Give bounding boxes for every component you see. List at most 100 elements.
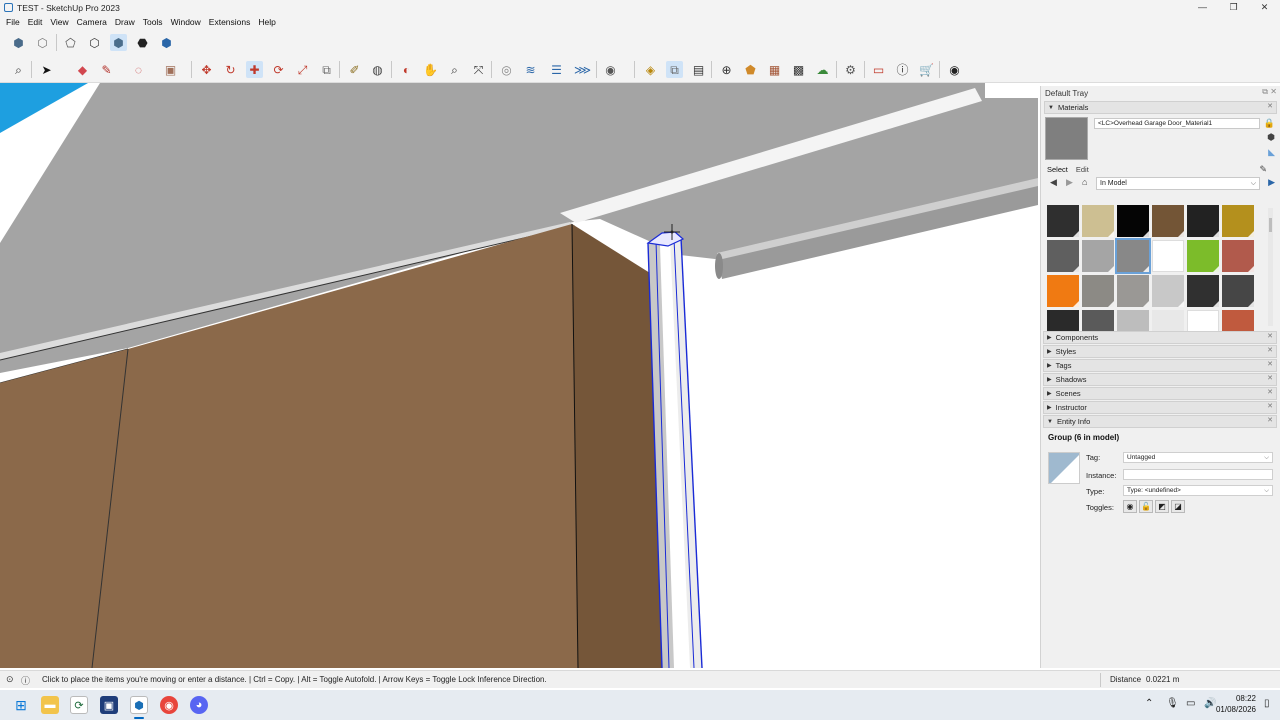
viewport-canvas[interactable] bbox=[0, 83, 1038, 668]
sketchup-icon[interactable]: ⬢ bbox=[130, 696, 148, 714]
profile-icon[interactable]: ◉ bbox=[946, 61, 963, 78]
menu-help[interactable]: Help bbox=[254, 17, 279, 27]
pan-icon[interactable]: ✋ bbox=[422, 61, 439, 78]
tag-dropdown[interactable]: Untagged ⌵ bbox=[1123, 452, 1273, 463]
close-button[interactable]: ✕ bbox=[1249, 0, 1280, 15]
iso-view-icon[interactable]: ⬢ bbox=[10, 34, 27, 51]
app-icon[interactable]: ⟳ bbox=[70, 696, 88, 714]
panel-entity-info[interactable]: ▼ Entity Info ✕ bbox=[1043, 415, 1277, 428]
panel-close-icon[interactable]: ✕ bbox=[1267, 416, 1273, 424]
sample-paint-icon[interactable]: ✎ bbox=[1259, 164, 1267, 175]
windows-start-icon[interactable]: ⊞ bbox=[12, 696, 30, 714]
menu-draw[interactable]: Draw bbox=[111, 17, 139, 27]
system-clock[interactable]: 08:22 01/08/2026 bbox=[1216, 693, 1256, 715]
paint-bucket-icon[interactable]: ▣ bbox=[162, 61, 179, 78]
tab-select[interactable]: Select bbox=[1047, 165, 1068, 174]
panel-close-icon[interactable]: ✕ bbox=[1267, 374, 1273, 382]
photo-texture-icon[interactable]: ▦ bbox=[766, 61, 783, 78]
outliner-icon[interactable]: ⧉ bbox=[666, 61, 683, 78]
move-icon[interactable]: ✚ bbox=[246, 61, 263, 78]
model-viewport[interactable] bbox=[0, 83, 1038, 668]
chrome-icon[interactable]: ◉ bbox=[160, 696, 178, 714]
styles-icon[interactable]: ▤ bbox=[690, 61, 707, 78]
notification-icon[interactable]: ▯ bbox=[1264, 698, 1270, 709]
maximize-button[interactable]: ❐ bbox=[1218, 0, 1249, 15]
receive-shadows-toggle-icon[interactable]: ◩ bbox=[1155, 500, 1169, 513]
follow-me-icon[interactable]: ↻ bbox=[222, 61, 239, 78]
menu-extensions[interactable]: Extensions bbox=[205, 17, 255, 27]
panel-styles[interactable]: ▶ Styles ✕ bbox=[1043, 345, 1277, 358]
forward-arrow-icon[interactable]: ▶ bbox=[1066, 177, 1073, 188]
add-location-icon[interactable]: ⊕ bbox=[718, 61, 735, 78]
materials-panel-header[interactable]: ▼ Materials ✕ bbox=[1044, 101, 1277, 114]
panel-close-icon[interactable]: ✕ bbox=[1267, 332, 1273, 340]
material-swatch[interactable] bbox=[1187, 275, 1219, 307]
material-swatch[interactable] bbox=[1187, 240, 1219, 272]
cast-shadows-toggle-icon[interactable]: ◪ bbox=[1171, 500, 1185, 513]
section-plane-icon[interactable]: ◎ bbox=[498, 61, 515, 78]
material-swatch[interactable] bbox=[1152, 205, 1184, 237]
material-swatch[interactable] bbox=[1222, 275, 1254, 307]
menu-window[interactable]: Window bbox=[167, 17, 205, 27]
protractor-icon[interactable]: ◍ bbox=[369, 61, 386, 78]
components-icon[interactable]: ◈ bbox=[642, 61, 659, 78]
material-swatch[interactable] bbox=[1047, 240, 1079, 272]
panel-close-icon[interactable]: ✕ bbox=[1267, 388, 1273, 396]
collection-dropdown[interactable]: In Model ⌵ bbox=[1096, 177, 1260, 190]
file-explorer-icon[interactable]: ▬ bbox=[41, 696, 59, 714]
lasso-icon[interactable]: ◌ bbox=[130, 61, 147, 78]
lock-icon[interactable]: 🔒 bbox=[1264, 118, 1275, 129]
menu-file[interactable]: File bbox=[2, 17, 24, 27]
tray-close-icon[interactable]: ✕ bbox=[1270, 87, 1277, 96]
lock-toggle-icon[interactable]: 🔓 bbox=[1139, 500, 1153, 513]
tape-measure-icon[interactable]: ✐ bbox=[346, 61, 363, 78]
material-swatch[interactable] bbox=[1222, 240, 1254, 272]
display-icon[interactable]: ▭ bbox=[1186, 698, 1195, 709]
zoom-window-icon[interactable]: ⌕ bbox=[446, 61, 463, 78]
material-swatch[interactable] bbox=[1187, 205, 1219, 237]
panel-instructor[interactable]: ▶ Instructor ✕ bbox=[1043, 401, 1277, 414]
tags-icon[interactable]: ▭ bbox=[870, 61, 887, 78]
geo-location-icon[interactable]: ⊙ bbox=[6, 674, 14, 685]
monochrome-icon[interactable]: ⬢ bbox=[158, 34, 175, 51]
measurements-input[interactable]: 0.0221 m bbox=[1146, 675, 1179, 684]
material-name-field[interactable]: <LC>Overhead Garage Door_Material1 bbox=[1094, 118, 1260, 129]
info-icon[interactable]: ⓘ bbox=[21, 674, 30, 687]
entity-material-swatch[interactable] bbox=[1048, 452, 1080, 484]
tab-edit[interactable]: Edit bbox=[1076, 165, 1089, 174]
remote-desktop-icon[interactable]: ▣ bbox=[100, 696, 118, 714]
warehouse-icon[interactable]: ⋙ bbox=[574, 61, 591, 78]
orbit-icon[interactable]: ◐ bbox=[398, 61, 415, 78]
swatch-scrollbar[interactable] bbox=[1268, 208, 1273, 326]
xray-icon[interactable]: ⬠ bbox=[62, 34, 79, 51]
settings-icon[interactable]: ⚙ bbox=[842, 61, 859, 78]
scale-icon[interactable]: ⤢ bbox=[294, 61, 311, 78]
zoom-icon[interactable]: ⌕ bbox=[10, 61, 27, 78]
shaded-icon[interactable]: ⬢ bbox=[110, 34, 127, 51]
material-swatch[interactable] bbox=[1152, 240, 1184, 272]
panel-close-icon[interactable]: ✕ bbox=[1267, 402, 1273, 410]
menu-edit[interactable]: Edit bbox=[24, 17, 47, 27]
offset-icon[interactable]: ⧉ bbox=[318, 61, 335, 78]
top-view-icon[interactable]: ⬡ bbox=[34, 34, 51, 51]
layers-icon[interactable]: ≋ bbox=[522, 61, 539, 78]
shop-icon[interactable]: 🛒 bbox=[918, 61, 935, 78]
rotate-icon[interactable]: ⟳ bbox=[270, 61, 287, 78]
info-icon[interactable]: ⓘ bbox=[894, 61, 911, 78]
type-dropdown[interactable]: Type: <undefined> ⌵ bbox=[1123, 485, 1273, 496]
details-arrow-icon[interactable]: ▶ bbox=[1268, 177, 1275, 188]
panel-scenes[interactable]: ▶ Scenes ✕ bbox=[1043, 387, 1277, 400]
instance-field[interactable] bbox=[1123, 469, 1273, 480]
menu-view[interactable]: View bbox=[46, 17, 72, 27]
panel-close-icon[interactable]: ✕ bbox=[1267, 346, 1273, 354]
account-icon[interactable]: ◉ bbox=[602, 61, 619, 78]
material-swatch[interactable] bbox=[1047, 275, 1079, 307]
minimize-button[interactable]: — bbox=[1187, 0, 1218, 15]
material-swatch[interactable] bbox=[1082, 205, 1114, 237]
cloud-icon[interactable]: ☁ bbox=[814, 61, 831, 78]
create-material-icon[interactable]: ⬢ bbox=[1267, 132, 1275, 143]
menu-camera[interactable]: Camera bbox=[73, 17, 111, 27]
wireframe-icon[interactable]: ⬡ bbox=[86, 34, 103, 51]
show-hidden-icons-icon[interactable]: ⌃ bbox=[1145, 698, 1153, 709]
material-swatch[interactable] bbox=[1222, 205, 1254, 237]
